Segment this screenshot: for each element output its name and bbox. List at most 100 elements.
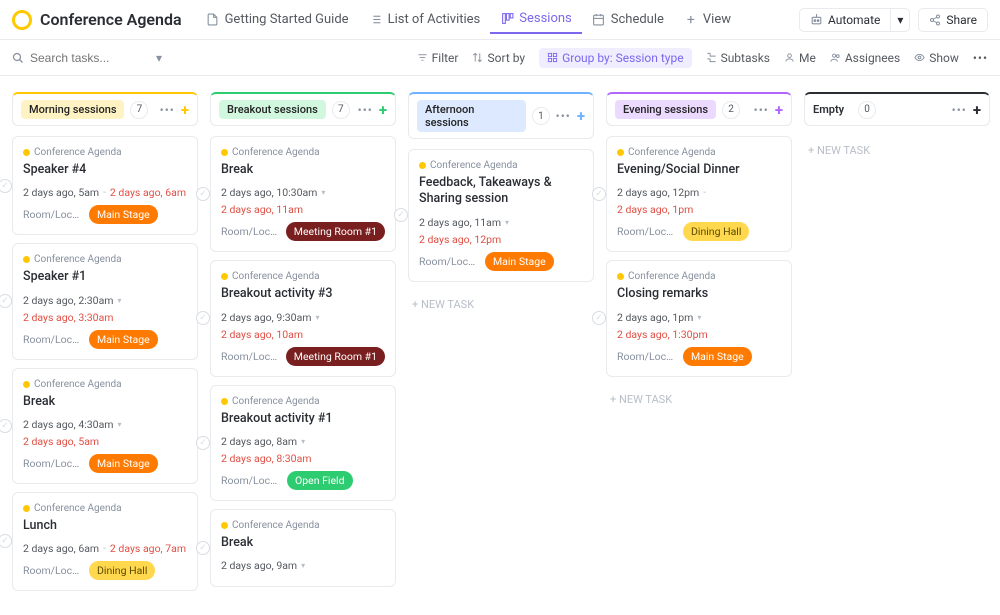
chevron-down-icon[interactable]: ▾	[156, 51, 162, 65]
location-tag: Main Stage	[89, 330, 158, 349]
card-wrap: ✓Conference AgendaLunch2 days ago, 6am-2…	[12, 492, 198, 591]
location-label: Room/Loca...	[617, 350, 677, 363]
column-more-icon[interactable]: •••	[160, 103, 175, 117]
card-wrap: ✓Conference AgendaBreak2 days ago, 4:30a…	[12, 368, 198, 484]
automate-button[interactable]: Automate	[799, 8, 890, 32]
location-label: Room/Loca...	[23, 564, 83, 577]
card-wrap: ✓Conference AgendaSpeaker #12 days ago, …	[12, 243, 198, 359]
robot-icon	[810, 13, 823, 26]
new-task-button[interactable]: + NEW TASK	[804, 136, 990, 165]
column-afternoon-sessions: Afternoon sessions1•••+✓Conference Agend…	[408, 92, 594, 319]
check-circle-icon[interactable]: ✓	[0, 534, 12, 548]
column-add-icon[interactable]: +	[181, 101, 189, 119]
location-label: Room/Loca...	[419, 255, 479, 268]
card-breadcrumb: Conference Agenda	[221, 271, 385, 282]
check-circle-icon[interactable]: ✓	[394, 208, 408, 222]
people-icon	[830, 52, 841, 63]
task-card[interactable]: Conference AgendaClosing remarks2 days a…	[606, 260, 792, 376]
column-add-icon[interactable]: +	[379, 101, 387, 119]
task-card[interactable]: Conference AgendaBreakout activity #32 d…	[210, 260, 396, 376]
card-location-row: Room/Loca...Dining Hall	[23, 561, 187, 580]
card-breadcrumb: Conference Agenda	[23, 254, 187, 265]
search-input[interactable]	[30, 51, 120, 65]
card-breadcrumb: Conference Agenda	[419, 160, 583, 171]
card-start-time: 2 days ago, 6am	[23, 542, 99, 555]
group-button[interactable]: Group by: Session type	[539, 48, 691, 68]
check-circle-icon[interactable]: ✓	[0, 294, 12, 308]
card-location-row: Room/Loca...Main Stage	[23, 454, 187, 473]
nav-sessions[interactable]: Sessions	[490, 5, 582, 34]
task-card[interactable]: Conference AgendaLunch2 days ago, 6am-2 …	[12, 492, 198, 591]
status-dot-icon	[617, 273, 624, 280]
more-button[interactable]: •••	[973, 51, 988, 65]
column-more-icon[interactable]: •••	[754, 103, 769, 117]
automate-button-group: Automate ▾	[799, 8, 910, 32]
task-card[interactable]: Conference AgendaSpeaker #42 days ago, 5…	[12, 136, 198, 235]
nav-schedule[interactable]: Schedule	[582, 6, 674, 33]
card-wrap: ✓Conference AgendaEvening/Social Dinner2…	[606, 136, 792, 252]
check-circle-icon[interactable]: ✓	[196, 187, 210, 201]
status-dot-icon	[221, 149, 228, 156]
share-button[interactable]: Share	[918, 8, 988, 32]
column-header: Evening sessions2•••+	[606, 92, 792, 126]
check-circle-icon[interactable]: ✓	[0, 419, 12, 433]
task-card[interactable]: Conference AgendaBreak2 days ago, 4:30am…	[12, 368, 198, 484]
assignees-button[interactable]: Assignees	[830, 51, 900, 65]
column-name: Morning sessions	[21, 100, 124, 119]
automate-dropdown[interactable]: ▾	[890, 8, 910, 32]
column-count: 1	[532, 107, 550, 125]
column-more-icon[interactable]: •••	[952, 103, 967, 117]
task-card[interactable]: Conference AgendaSpeaker #12 days ago, 2…	[12, 243, 198, 359]
board: Morning sessions7•••+✓Conference AgendaS…	[0, 76, 1000, 615]
new-task-button[interactable]: + NEW TASK	[408, 290, 594, 319]
column-header: Afternoon sessions1•••+	[408, 92, 594, 139]
task-card[interactable]: Conference Agenda Feedback, Takeaways & S…	[408, 149, 594, 282]
subtasks-button[interactable]: Subtasks	[706, 51, 770, 65]
column-empty: Empty0•••++ NEW TASK	[804, 92, 990, 165]
filter-button[interactable]: Filter	[417, 51, 459, 65]
me-button[interactable]: Me	[784, 51, 816, 65]
location-tag: Dining Hall	[683, 222, 749, 241]
doc-icon	[206, 13, 220, 27]
search-box[interactable]: ▾	[12, 51, 162, 65]
task-card[interactable]: Conference AgendaEvening/Social Dinner2 …	[606, 136, 792, 252]
task-card[interactable]: Conference AgendaBreak2 days ago, 9am ▾	[210, 509, 396, 587]
card-title: Breakout activity #3	[221, 286, 385, 302]
new-task-button[interactable]: + NEW TASK	[606, 385, 792, 414]
card-title: Feedback, Takeaways & Sharing session	[419, 175, 583, 208]
card-breadcrumb: Conference Agenda	[23, 379, 187, 390]
check-circle-icon[interactable]: ✓	[196, 541, 210, 555]
check-circle-icon[interactable]: ✓	[0, 179, 12, 193]
column-add-icon[interactable]: +	[577, 107, 585, 125]
column-add-icon[interactable]: +	[973, 101, 981, 119]
card-breadcrumb: Conference Agenda	[221, 520, 385, 531]
card-end-time: 2 days ago, 12pm	[419, 233, 583, 246]
card-start-time: 2 days ago, 8am ▾	[221, 435, 385, 448]
card-wrap: ✓Conference AgendaBreak2 days ago, 10:30…	[210, 136, 396, 252]
card-wrap: ✓Conference AgendaBreakout activity #32 …	[210, 260, 396, 376]
nav-getting-started-guide[interactable]: Getting Started Guide	[196, 6, 359, 33]
card-wrap: ✓Conference AgendaBreakout activity #12 …	[210, 385, 396, 501]
column-add-icon[interactable]: +	[775, 101, 783, 119]
task-card[interactable]: Conference AgendaBreak2 days ago, 10:30a…	[210, 136, 396, 252]
location-tag: Open Field	[287, 471, 353, 490]
column-more-icon[interactable]: •••	[358, 103, 373, 117]
check-circle-icon[interactable]: ✓	[196, 436, 210, 450]
check-circle-icon[interactable]: ✓	[592, 311, 606, 325]
nav-list-of-activities[interactable]: List of Activities	[359, 6, 491, 33]
check-circle-icon[interactable]: ✓	[196, 311, 210, 325]
check-circle-icon[interactable]: ✓	[592, 187, 606, 201]
show-button[interactable]: Show	[914, 51, 959, 65]
location-label: Room/Loca...	[221, 474, 281, 487]
sort-button[interactable]: Sort by	[472, 51, 525, 65]
task-card[interactable]: Conference AgendaBreakout activity #12 d…	[210, 385, 396, 501]
card-title: Lunch	[23, 518, 187, 534]
card-end-time: 2 days ago, 1pm	[617, 203, 693, 216]
status-dot-icon	[221, 273, 228, 280]
person-icon	[784, 52, 795, 63]
group-icon	[547, 52, 558, 63]
status-dot-icon	[419, 162, 426, 169]
nav-view[interactable]: +View	[674, 6, 741, 33]
column-more-icon[interactable]: •••	[556, 109, 571, 123]
location-tag: Main Stage	[89, 454, 158, 473]
